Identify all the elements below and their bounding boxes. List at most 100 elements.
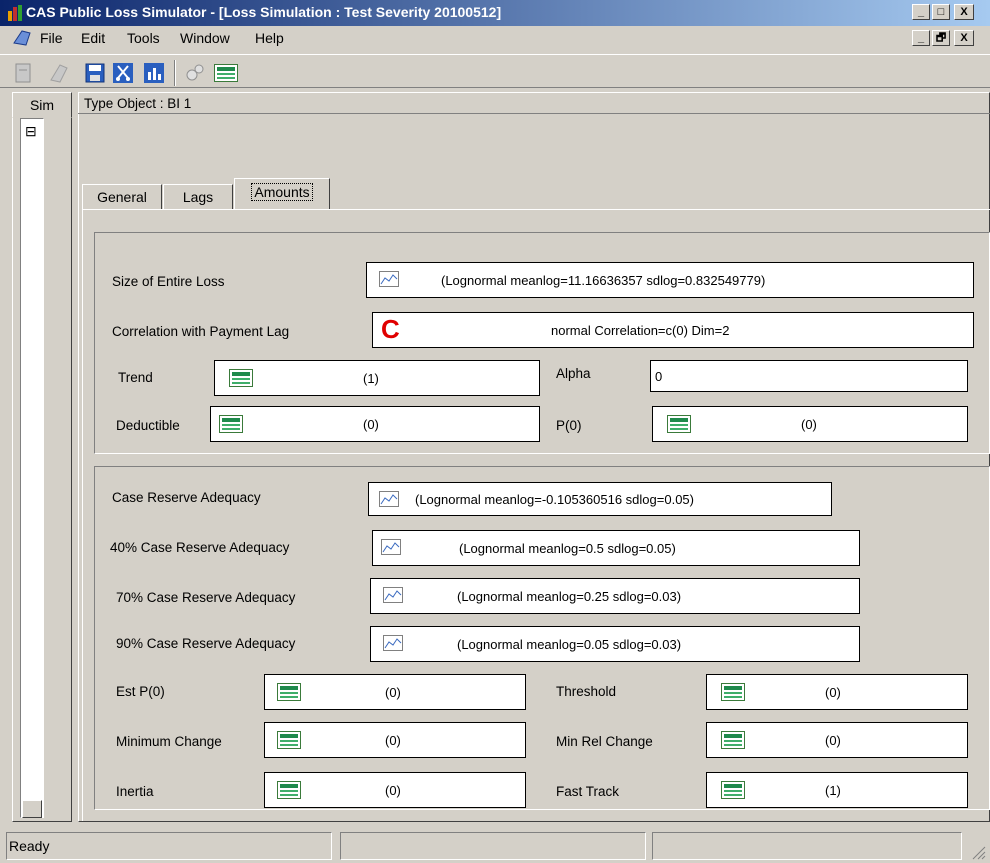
status-pane-3 [652, 832, 962, 860]
case40-field[interactable]: (Lognormal meanlog=0.5 sdlog=0.05) [372, 530, 860, 566]
fast-track-field[interactable]: (1) [706, 772, 968, 808]
deductible-field[interactable]: (0) [210, 406, 540, 442]
inertia-label: Inertia [116, 784, 154, 799]
min-change-label: Minimum Change [116, 734, 222, 749]
correlation-label: Correlation with Payment Lag [112, 324, 290, 339]
p0-label: P(0) [556, 418, 582, 433]
resize-grip-icon[interactable] [970, 844, 986, 860]
title-bar: CAS Public Loss Simulator - [Loss Simula… [0, 0, 990, 26]
fast-track-label: Fast Track [556, 784, 620, 799]
correlation-field[interactable]: C normal Correlation=c(0) Dim=2 [372, 312, 974, 348]
tree-scroll-grip[interactable] [22, 800, 42, 818]
tab-general[interactable]: General [82, 184, 162, 210]
inertia-sheet-icon [277, 781, 301, 799]
case90-field[interactable]: (Lognormal meanlog=0.05 sdlog=0.03) [370, 626, 860, 662]
open-icon[interactable] [48, 62, 70, 84]
p0-field[interactable]: (0) [652, 406, 968, 442]
tree-view[interactable] [20, 118, 44, 818]
cut-icon[interactable] [112, 62, 134, 84]
case90-chart-icon [383, 635, 403, 651]
deductible-label: Deductible [116, 418, 180, 433]
maximize-button[interactable]: □ [932, 4, 950, 20]
alpha-label: Alpha [556, 366, 591, 381]
app-icon [8, 5, 22, 21]
threshold-label: Threshold [556, 684, 617, 699]
alpha-field[interactable]: 0 [650, 360, 968, 392]
correlation-icon: C [381, 314, 400, 344]
trend-value: (1) [363, 371, 379, 386]
mdi-minimize-button[interactable]: _ [912, 30, 930, 46]
threshold-field[interactable]: (0) [706, 674, 968, 710]
min-change-field[interactable]: (0) [264, 722, 526, 758]
mdi-document-icon[interactable] [12, 29, 32, 47]
chart-icon[interactable] [143, 62, 165, 84]
menu-edit[interactable]: Edit [81, 30, 105, 46]
threshold-sheet-icon [721, 683, 745, 701]
menu-file[interactable]: File [40, 30, 63, 46]
tab-amounts[interactable]: Amounts [234, 178, 330, 210]
trend-label: Trend [118, 370, 153, 385]
fast-track-sheet-icon [721, 781, 745, 799]
case-reserve-value: (Lognormal meanlog=-0.105360516 sdlog=0.… [415, 492, 694, 507]
min-rel-change-value: (0) [825, 733, 841, 748]
tab-amounts-label: Amounts [251, 183, 313, 201]
case70-label: 70% Case Reserve Adequacy [116, 590, 296, 605]
tab-sim[interactable]: Sim [12, 92, 72, 118]
close-button[interactable]: X [954, 4, 974, 20]
toolbar-separator [174, 60, 176, 86]
type-object-label: Type Object : BI 1 [84, 96, 192, 111]
p0-value: (0) [801, 417, 817, 432]
min-change-value: (0) [385, 733, 401, 748]
min-change-sheet-icon [277, 731, 301, 749]
save-icon[interactable] [84, 62, 106, 84]
status-pane-main: Ready [6, 832, 332, 860]
est-p0-value: (0) [385, 685, 401, 700]
mdi-restore-button[interactable]: 🗗 [932, 30, 950, 46]
tab-lags[interactable]: Lags [163, 184, 233, 210]
case90-value: (Lognormal meanlog=0.05 sdlog=0.03) [457, 637, 682, 652]
case90-label: 90% Case Reserve Adequacy [116, 636, 296, 651]
min-rel-change-field[interactable]: (0) [706, 722, 968, 758]
menu-window[interactable]: Window [180, 30, 230, 46]
deductible-sheet-icon [219, 415, 243, 433]
est-p0-sheet-icon [277, 683, 301, 701]
inertia-value: (0) [385, 783, 401, 798]
minimize-button[interactable]: _ [912, 4, 930, 20]
deductible-value: (0) [363, 417, 379, 432]
threshold-value: (0) [825, 685, 841, 700]
distribution-chart-icon [379, 271, 399, 287]
menu-tools[interactable]: Tools [127, 30, 160, 46]
window-title: CAS Public Loss Simulator - [Loss Simula… [26, 4, 502, 20]
correlation-value: normal Correlation=c(0) Dim=2 [551, 323, 730, 338]
status-pane-2 [340, 832, 646, 860]
case70-value: (Lognormal meanlog=0.25 sdlog=0.03) [457, 589, 682, 604]
case70-field[interactable]: (Lognormal meanlog=0.25 sdlog=0.03) [370, 578, 860, 614]
gears-icon[interactable] [184, 62, 206, 84]
alpha-value: 0 [655, 369, 663, 384]
est-p0-field[interactable]: (0) [264, 674, 526, 710]
sheet-icon[interactable] [214, 64, 238, 82]
p0-sheet-icon [667, 415, 691, 433]
case40-label: 40% Case Reserve Adequacy [110, 540, 290, 555]
case40-value: (Lognormal meanlog=0.5 sdlog=0.05) [459, 541, 676, 556]
size-of-loss-value: (Lognormal meanlog=11.16636357 sdlog=0.8… [441, 273, 766, 288]
tree-collapse-icon[interactable]: ⊟ [25, 124, 37, 138]
case40-chart-icon [381, 539, 401, 555]
trend-sheet-icon [229, 369, 253, 387]
type-object-header [78, 92, 990, 114]
size-of-loss-label: Size of Entire Loss [112, 274, 225, 289]
size-of-loss-field[interactable]: (Lognormal meanlog=11.16636357 sdlog=0.8… [366, 262, 974, 298]
fast-track-value: (1) [825, 783, 841, 798]
new-icon[interactable] [12, 62, 34, 84]
min-rel-change-label: Min Rel Change [556, 734, 653, 749]
case-reserve-label: Case Reserve Adequacy [112, 490, 261, 505]
trend-field[interactable]: (1) [214, 360, 540, 396]
menu-help[interactable]: Help [255, 30, 284, 46]
case70-chart-icon [383, 587, 403, 603]
status-text: Ready [9, 838, 50, 854]
case-reserve-field[interactable]: (Lognormal meanlog=-0.105360516 sdlog=0.… [368, 482, 832, 516]
mdi-close-button[interactable]: X [954, 30, 974, 46]
min-rel-change-sheet-icon [721, 731, 745, 749]
est-p0-label: Est P(0) [116, 684, 165, 699]
inertia-field[interactable]: (0) [264, 772, 526, 808]
